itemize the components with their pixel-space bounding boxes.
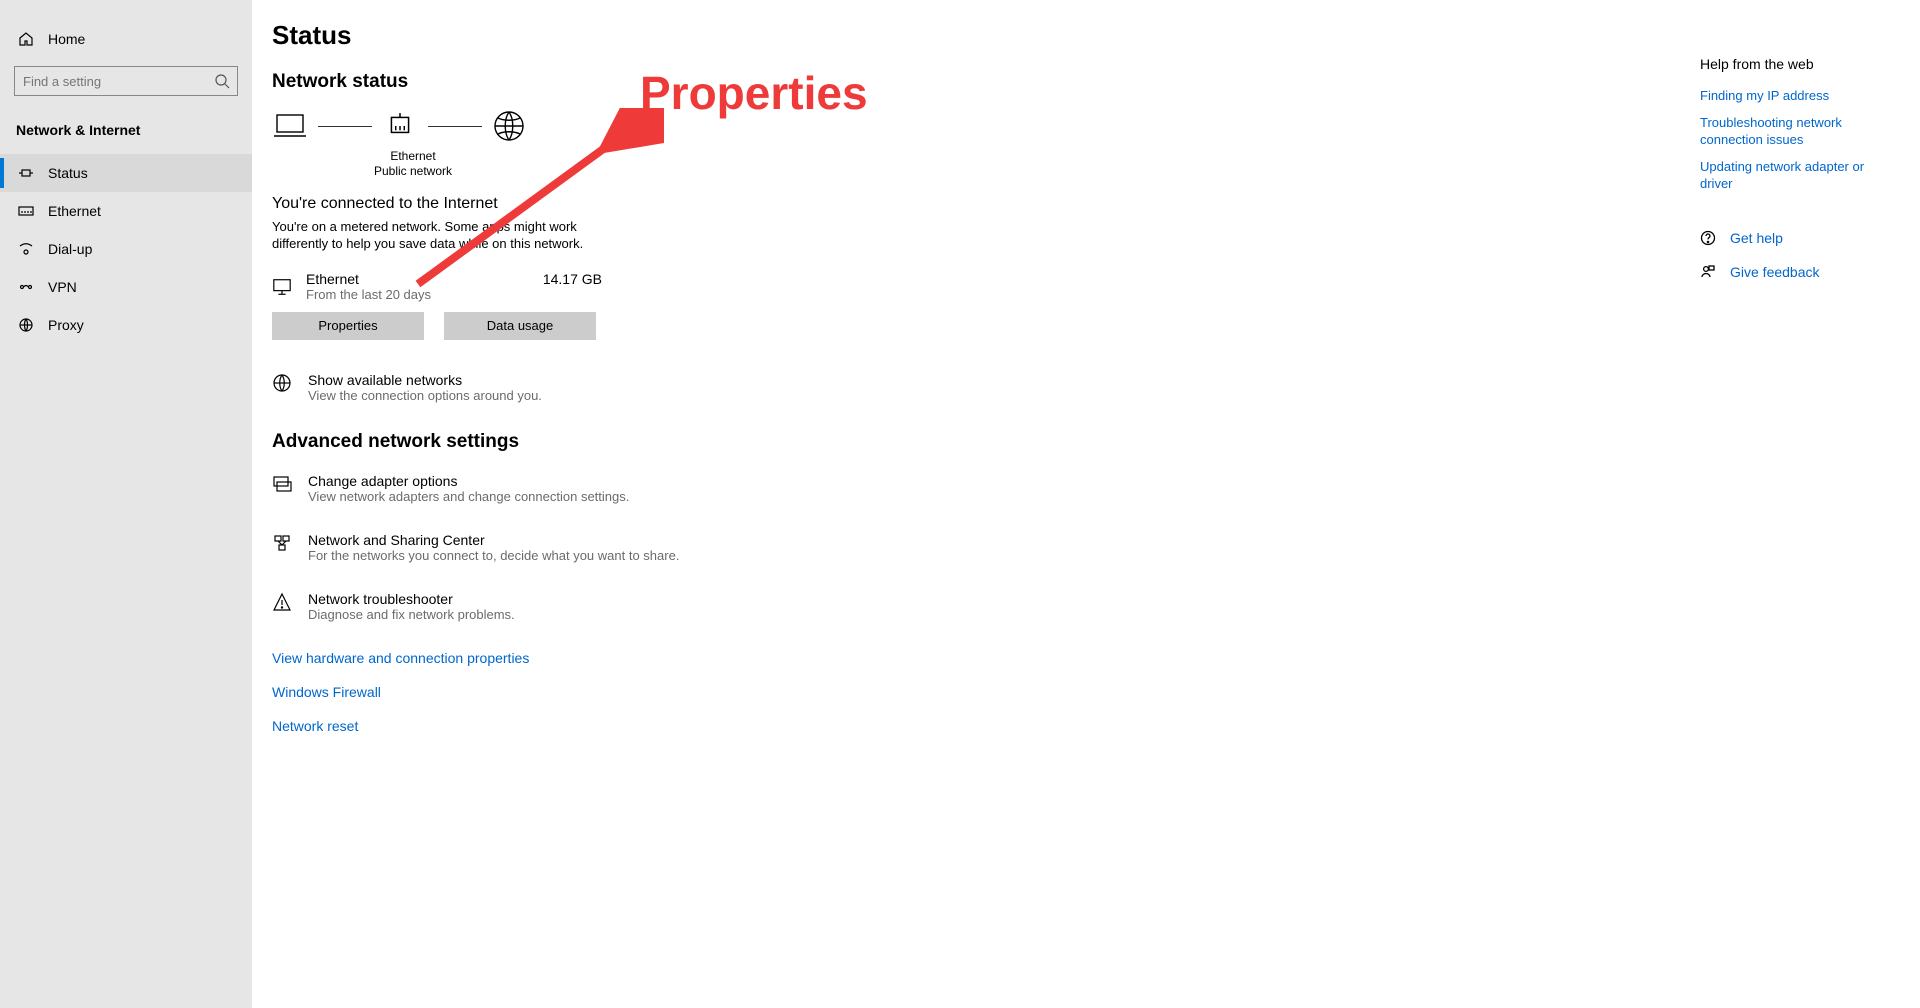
get-help-label: Get help [1730, 230, 1783, 246]
connector-line [428, 126, 482, 127]
network-diagram [272, 109, 1490, 143]
warning-icon [272, 592, 292, 612]
diagram-network-type: Public network [358, 164, 468, 179]
sidebar-home[interactable]: Home [0, 20, 252, 58]
page-title: Status [272, 20, 1490, 51]
item-title: Show available networks [308, 372, 542, 388]
network-status-heading: Network status [272, 71, 1490, 93]
home-icon [18, 31, 34, 47]
sidebar-item-dialup[interactable]: Dial-up [0, 230, 252, 268]
item-desc: Diagnose and fix network problems. [308, 607, 515, 622]
item-desc: View network adapters and change connect… [308, 489, 629, 504]
main-content: Status Network status Ethernet Public ne… [272, 20, 1490, 1008]
link-windows-firewall[interactable]: Windows Firewall [272, 684, 1490, 700]
connection-name: Ethernet [306, 271, 431, 287]
search-icon [214, 73, 230, 89]
sharing-icon [272, 533, 292, 553]
data-usage-button[interactable]: Data usage [444, 312, 596, 340]
vpn-icon [18, 279, 34, 295]
search-input[interactable] [14, 66, 238, 96]
ethernet-icon [18, 203, 34, 219]
connected-desc: You're on a metered network. Some apps m… [272, 219, 612, 253]
connector-line [318, 126, 372, 127]
connection-sub: From the last 20 days [306, 287, 431, 302]
sidebar-item-status[interactable]: Status [0, 154, 252, 192]
adapter-icon [382, 111, 418, 141]
item-desc: For the networks you connect to, decide … [308, 548, 679, 563]
help-icon [1700, 230, 1716, 246]
advanced-heading: Advanced network settings [272, 431, 1490, 453]
help-panel: Help from the web Finding my IP address … [1700, 56, 1900, 280]
dialup-icon [18, 241, 34, 257]
sidebar-item-label: Status [48, 165, 88, 181]
properties-button[interactable]: Properties [272, 312, 424, 340]
globe-small-icon [272, 373, 292, 393]
sidebar-item-proxy[interactable]: Proxy [0, 306, 252, 344]
sidebar-item-label: Proxy [48, 317, 84, 333]
help-link-troubleshoot[interactable]: Troubleshooting network connection issue… [1700, 115, 1900, 149]
item-desc: View the connection options around you. [308, 388, 542, 403]
give-feedback-link[interactable]: Give feedback [1700, 264, 1900, 280]
sidebar-item-label: VPN [48, 279, 77, 295]
sidebar-section-label: Network & Internet [0, 110, 252, 154]
sidebar-item-ethernet[interactable]: Ethernet [0, 192, 252, 230]
sidebar-item-label: Ethernet [48, 203, 101, 219]
proxy-icon [18, 317, 34, 333]
change-adapter-options[interactable]: Change adapter options View network adap… [272, 473, 1490, 504]
sidebar-item-label: Dial-up [48, 241, 92, 257]
help-link-ip[interactable]: Finding my IP address [1700, 88, 1900, 105]
status-icon [18, 165, 34, 181]
connected-title: You're connected to the Internet [272, 195, 1490, 213]
network-sharing-center[interactable]: Network and Sharing Center For the netwo… [272, 532, 1490, 563]
link-hardware-properties[interactable]: View hardware and connection properties [272, 650, 1490, 666]
sidebar-home-label: Home [48, 31, 85, 47]
sidebar: Home Network & Internet Status Ethernet … [0, 0, 252, 1008]
show-available-networks[interactable]: Show available networks View the connect… [272, 372, 1490, 403]
feedback-icon [1700, 264, 1716, 280]
link-network-reset[interactable]: Network reset [272, 718, 1490, 734]
network-troubleshooter[interactable]: Network troubleshooter Diagnose and fix … [272, 591, 1490, 622]
give-feedback-label: Give feedback [1730, 264, 1820, 280]
connection-usage: 14.17 GB [543, 271, 602, 287]
connection-row: Ethernet From the last 20 days 14.17 GB [272, 271, 602, 302]
monitor-icon [272, 276, 292, 298]
help-heading: Help from the web [1700, 56, 1900, 72]
diagram-adapter-name: Ethernet [358, 149, 468, 164]
item-title: Network and Sharing Center [308, 532, 679, 548]
globe-icon [492, 109, 526, 143]
sidebar-item-vpn[interactable]: VPN [0, 268, 252, 306]
item-title: Change adapter options [308, 473, 629, 489]
get-help-link[interactable]: Get help [1700, 230, 1900, 246]
laptop-icon [272, 111, 308, 141]
item-title: Network troubleshooter [308, 591, 515, 607]
search-wrap [14, 66, 238, 96]
help-link-update-adapter[interactable]: Updating network adapter or driver [1700, 159, 1900, 193]
adapters-icon [272, 474, 292, 494]
